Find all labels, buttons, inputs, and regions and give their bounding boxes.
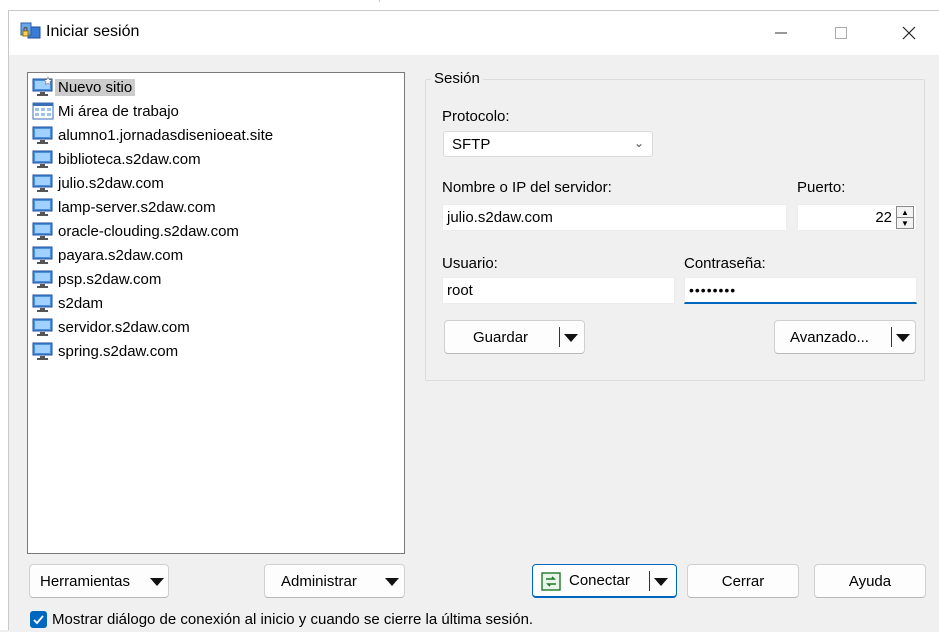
computer-icon [32,270,53,288]
workspace-icon [32,102,54,120]
protocol-value: SFTP [452,135,491,153]
site-item-workspace[interactable]: Mi área de trabajo [32,100,179,122]
window-title: Iniciar sesión [46,23,140,40]
port-spinner[interactable]: ▲ ▼ [896,206,914,229]
site-item[interactable]: payara.s2daw.com [32,244,183,266]
close-button[interactable]: Cerrar [687,564,799,598]
site-label: julio.s2daw.com [58,174,164,192]
chevron-down-icon: ⌄ [633,136,644,150]
split-separator [559,327,560,347]
site-label: Nuevo sitio [55,78,136,96]
site-item[interactable]: servidor.s2daw.com [32,316,190,338]
background-window-edge [0,10,8,630]
tools-label: Herramientas [40,573,131,590]
site-item[interactable]: s2dam [32,292,103,314]
dropdown-arrow-icon [385,578,399,586]
show-dialog-checkbox[interactable] [30,611,47,628]
show-dialog-checkbox-label[interactable]: Mostrar diálogo de conexión al inicio y … [52,611,533,628]
site-item[interactable]: alumno1.jornadasdisenioeat.site [32,124,273,146]
advanced-split-button[interactable]: Avanzado... [774,320,916,354]
protocol-select[interactable]: SFTP ⌄ [443,131,653,157]
site-label: oracle-clouding.s2daw.com [58,222,239,240]
spin-up-icon[interactable]: ▲ [897,207,913,218]
spin-down-icon[interactable]: ▼ [897,218,913,229]
site-label: biblioteca.s2daw.com [58,150,201,168]
protocol-label: Protocolo: [442,108,510,125]
computer-icon [32,198,53,216]
site-item[interactable]: julio.s2daw.com [32,172,164,194]
site-label: s2dam [58,294,104,312]
host-value: julio.s2daw.com [447,209,553,226]
site-item[interactable]: lamp-server.s2daw.com [32,196,216,218]
title-bar: Iniciar sesión [9,11,939,55]
password-input[interactable]: •••••••• [684,277,917,304]
new-site-icon [32,77,53,96]
computer-icon [32,246,53,264]
port-value: 22 [875,209,892,226]
checkmark-icon [33,615,44,625]
split-separator [891,327,892,347]
user-label: Usuario: [442,255,498,272]
close-window-button[interactable] [879,11,939,55]
manage-button[interactable]: Administrar [264,564,405,598]
dropdown-arrow-icon[interactable] [896,334,910,342]
help-button[interactable]: Ayuda [814,564,926,598]
dropdown-arrow-icon[interactable] [654,578,668,586]
connect-icon [541,572,561,591]
background-window-fragment [150,0,380,2]
site-item[interactable]: oracle-clouding.s2daw.com [32,220,239,242]
user-input[interactable]: root [442,277,675,304]
computer-icon [32,294,53,312]
port-label: Puerto: [797,179,846,196]
site-label: Mi área de trabajo [58,102,179,120]
password-label: Contraseña: [684,255,766,272]
user-value: root [447,282,473,299]
host-input[interactable]: julio.s2daw.com [442,204,787,231]
dropdown-arrow-icon[interactable] [564,334,578,342]
dropdown-arrow-icon [150,578,164,586]
site-item[interactable]: spring.s2daw.com [32,340,178,362]
site-label: psp.s2daw.com [58,270,162,288]
session-legend: Sesión [431,70,483,87]
maximize-icon [835,27,847,39]
login-dialog: Iniciar sesión Nuevo sitio Mi área de tr… [8,10,939,630]
winscp-app-icon [20,22,41,39]
split-separator [649,571,650,591]
maximize-button[interactable] [811,11,871,55]
minimize-icon [775,32,787,34]
minimize-button[interactable] [751,11,811,55]
site-label: lamp-server.s2daw.com [58,198,216,216]
computer-icon [32,150,53,168]
site-label: spring.s2daw.com [58,342,179,360]
computer-icon [32,222,53,240]
computer-icon [32,318,53,336]
computer-icon [32,174,53,192]
save-split-button[interactable]: Guardar [444,320,585,354]
computer-icon [32,126,53,144]
site-item[interactable]: biblioteca.s2daw.com [32,148,201,170]
advanced-button[interactable]: Avanzado... [790,329,869,346]
site-label: payara.s2daw.com [58,246,184,264]
save-button[interactable]: Guardar [473,329,528,346]
close-label: Cerrar [721,572,765,590]
tools-button[interactable]: Herramientas [29,564,169,598]
help-label: Ayuda [848,572,892,590]
computer-icon [32,342,53,360]
password-value: •••••••• [689,282,737,298]
site-tree[interactable]: Nuevo sitio Mi área de trabajo alumno1.j… [27,72,405,554]
site-item[interactable]: psp.s2daw.com [32,268,161,290]
close-icon [902,26,916,40]
manage-label: Administrar [281,573,357,590]
site-item-nuevo-sitio[interactable]: Nuevo sitio [32,76,136,98]
site-label: servidor.s2daw.com [58,318,190,336]
host-label: Nombre o IP del servidor: [442,179,612,196]
connect-split-button[interactable]: Conectar [532,564,677,598]
connect-button[interactable]: Conectar [569,572,630,589]
site-label: alumno1.jornadasdisenioeat.site [58,126,274,144]
